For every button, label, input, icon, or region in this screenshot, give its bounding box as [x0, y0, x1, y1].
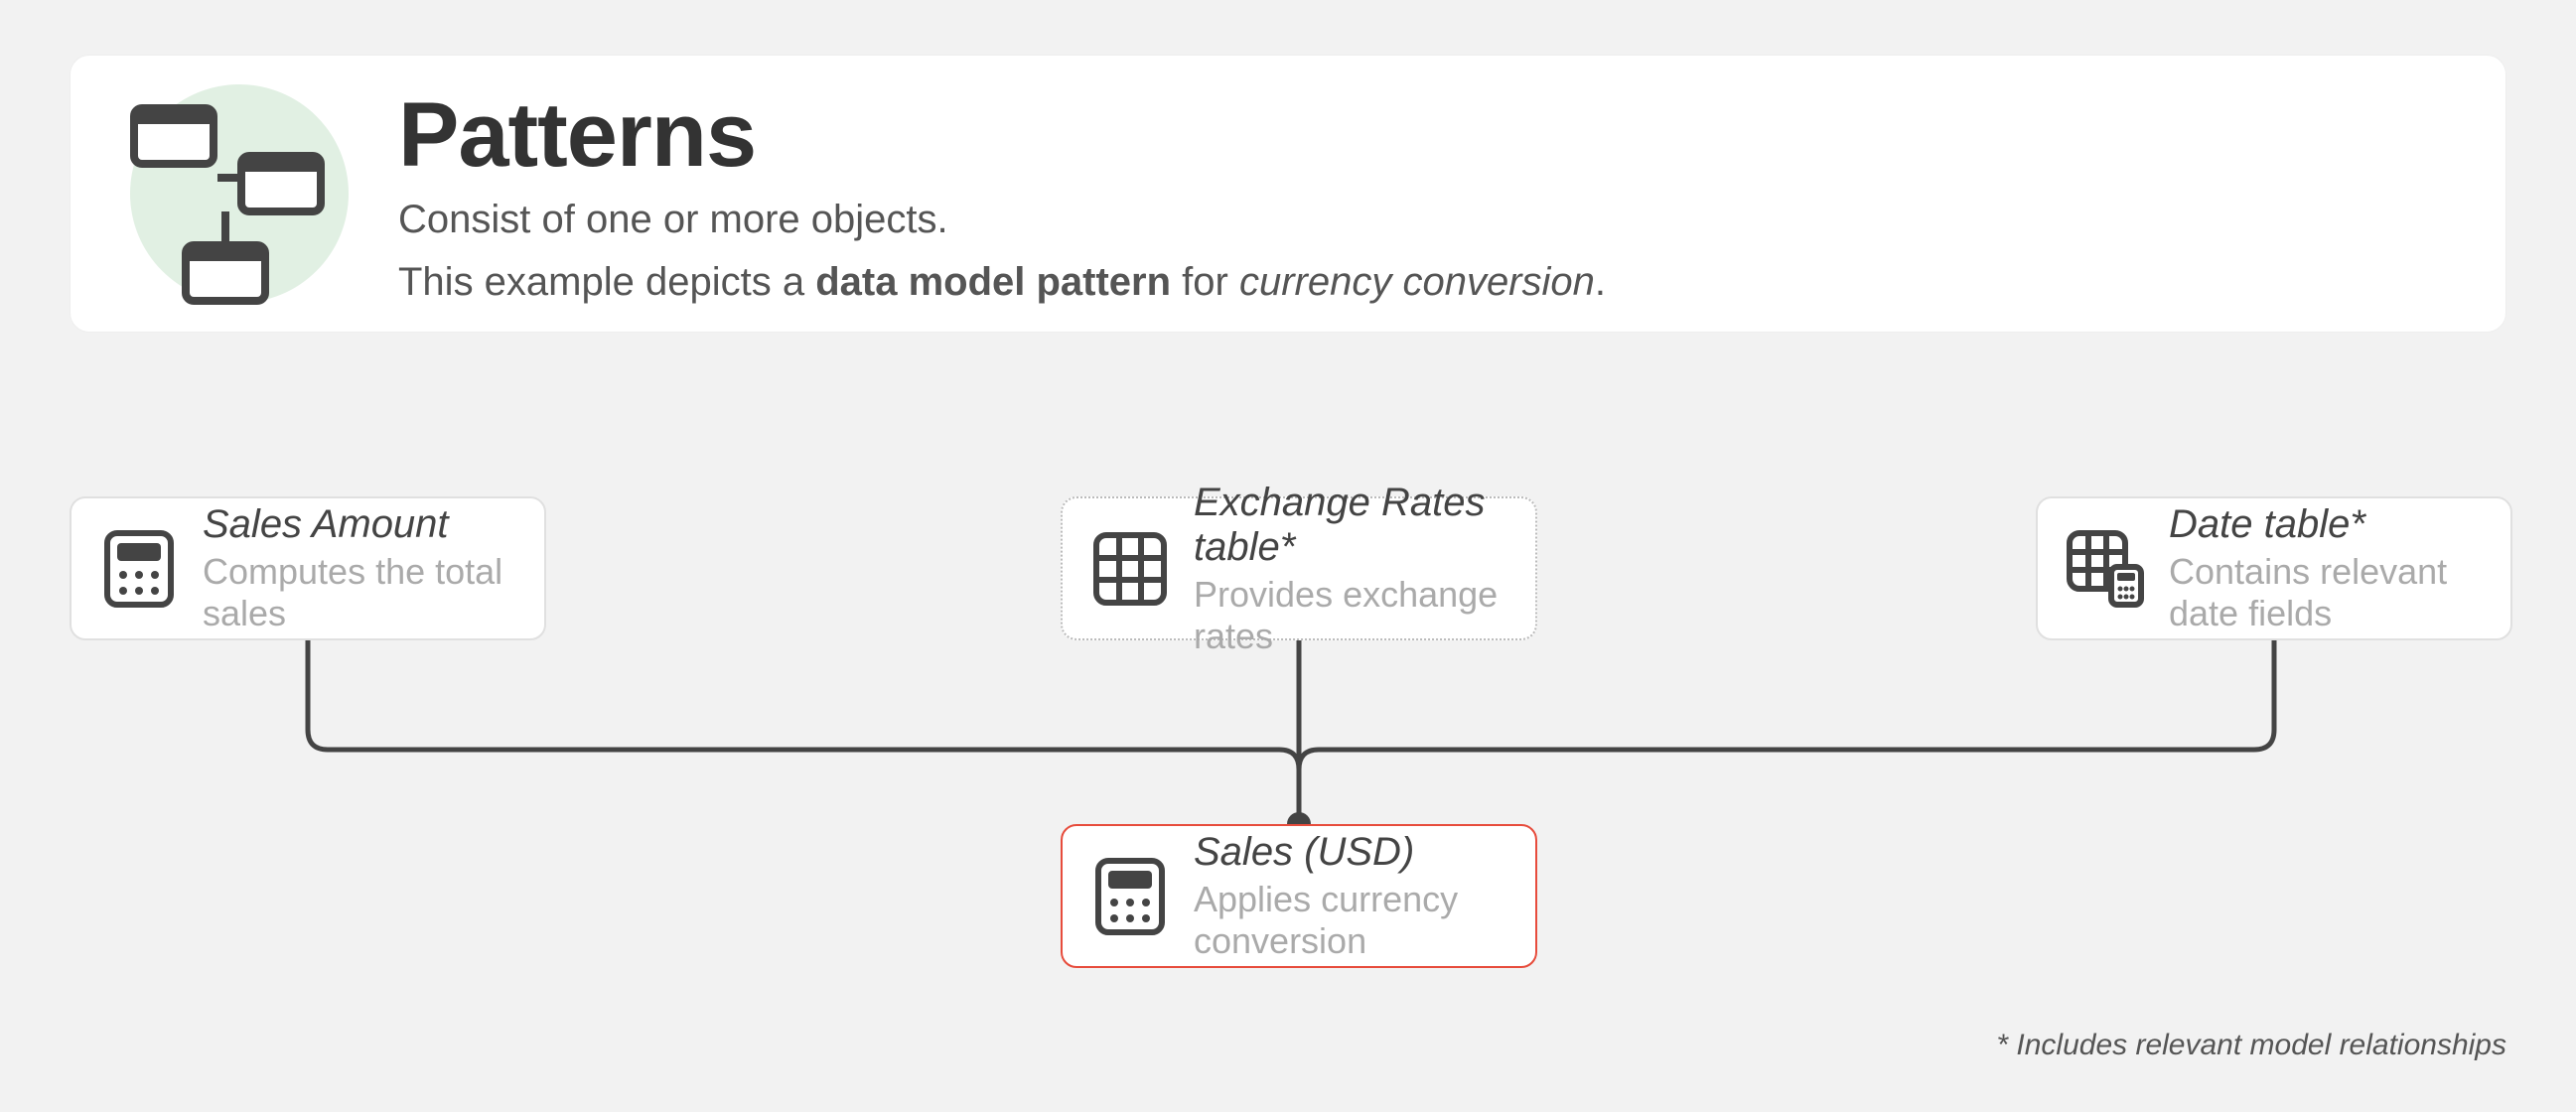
node-title: Sales Amount: [203, 502, 516, 547]
node-sales-usd: Sales (USD) Applies currency conversion: [1061, 824, 1537, 968]
header-subtitle-2: This example depicts a data model patter…: [398, 260, 2446, 305]
node-description: Computes the total sales: [203, 551, 516, 634]
header-card: Patterns Consist of one or more objects.…: [70, 55, 2506, 333]
header-subtitle-1: Consist of one or more objects.: [398, 198, 2446, 242]
pattern-diagram-icon: [130, 84, 349, 303]
node-description: Applies currency conversion: [1194, 879, 1507, 962]
table-icon: [1090, 529, 1170, 609]
node-description: Provides exchange rates: [1194, 574, 1507, 657]
node-sales-amount: Sales Amount Computes the total sales: [70, 496, 546, 640]
footnote: * Includes relevant model relationships: [1996, 1029, 2506, 1062]
node-title: Sales (USD): [1194, 830, 1507, 875]
calculator-icon: [1090, 857, 1170, 936]
node-description: Contains relevant date fields: [2169, 551, 2483, 634]
table-calculator-icon: [2066, 529, 2145, 609]
node-exchange-rates: Exchange Rates table* Provides exchange …: [1061, 496, 1537, 640]
node-title: Exchange Rates table*: [1194, 481, 1507, 570]
page-title: Patterns: [398, 83, 2446, 188]
node-title: Date table*: [2169, 502, 2483, 547]
node-date-table: Date table* Contains relevant date field…: [2036, 496, 2512, 640]
calculator-icon: [99, 529, 179, 609]
